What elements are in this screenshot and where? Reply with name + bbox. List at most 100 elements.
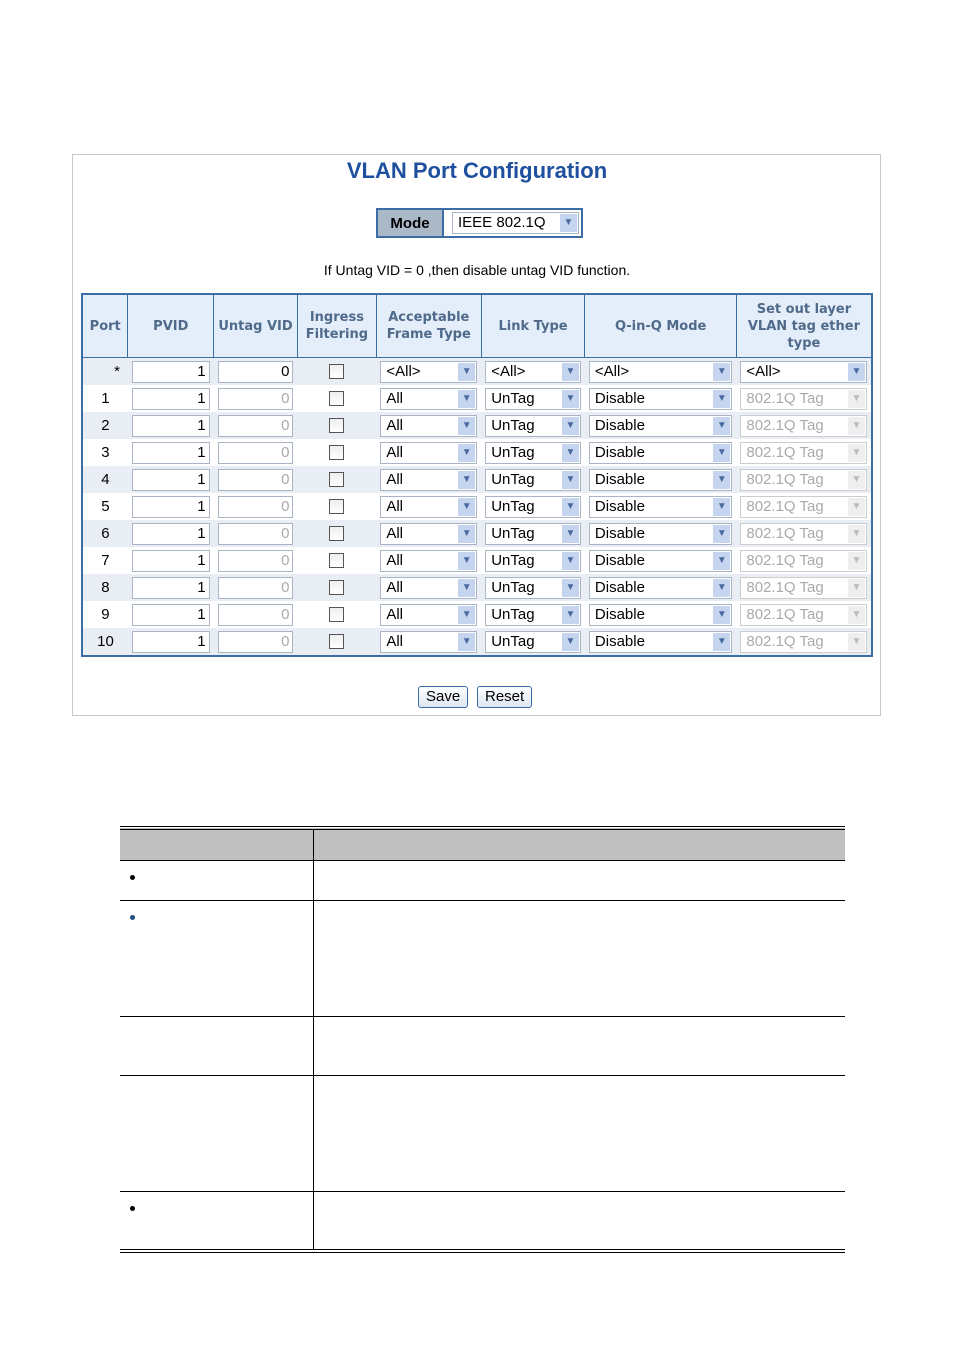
select-value: 802.1Q Tag [746, 632, 824, 650]
link-type-select[interactable]: UnTag ▼ [485, 522, 581, 545]
ingress-filtering-checkbox[interactable] [329, 553, 345, 568]
untag-vid-input[interactable]: 0 [217, 603, 294, 626]
ethertype-select[interactable]: 802.1Q Tag ▼ [740, 441, 867, 464]
reset-button[interactable]: Reset [477, 686, 533, 708]
description-row [120, 1016, 845, 1076]
ethertype-select[interactable]: 802.1Q Tag ▼ [740, 522, 867, 545]
ingress-filtering-checkbox[interactable] [329, 391, 345, 406]
pvid-input[interactable]: 1 [131, 441, 210, 464]
link-type-select[interactable]: UnTag ▼ [485, 468, 581, 491]
frame-type-select[interactable]: All ▼ [380, 387, 478, 410]
untag-vid-input[interactable]: 0 [217, 522, 294, 545]
untag-vid-input[interactable]: 0 [217, 360, 294, 383]
pvid-input[interactable]: 1 [131, 468, 210, 491]
frame-type-select[interactable]: All ▼ [380, 630, 478, 653]
pvid-input[interactable]: 1 [131, 576, 210, 599]
ethertype-select[interactable]: <All> ▼ [740, 360, 867, 383]
port-config-table: Port PVID Untag VID Ingress Filtering Accept… [81, 293, 873, 657]
frame-type-select[interactable]: All ▼ [380, 495, 478, 518]
select-value: Disable [594, 578, 645, 596]
untag-vid-input[interactable]: 0 [217, 495, 294, 518]
ethertype-select[interactable]: 802.1Q Tag ▼ [740, 495, 867, 518]
link-type-select[interactable]: UnTag ▼ [485, 441, 581, 464]
ingress-filtering-checkbox[interactable] [329, 526, 345, 541]
ingress-filtering-checkbox[interactable] [329, 418, 345, 433]
ethertype-select[interactable]: 802.1Q Tag ▼ [740, 549, 867, 572]
frame-type-select[interactable]: All ▼ [380, 468, 478, 491]
select-value: All [386, 524, 404, 542]
ethertype-select[interactable]: 802.1Q Tag ▼ [740, 576, 867, 599]
select-value: Disable [594, 416, 645, 434]
untag-vid-input[interactable]: 0 [217, 576, 294, 599]
chevron-down-icon: ▼ [848, 632, 865, 651]
link-type-select[interactable]: UnTag ▼ [485, 414, 581, 437]
untag-vid-input[interactable]: 0 [217, 468, 294, 491]
chevron-down-icon: ▼ [713, 362, 731, 381]
frame-type-select[interactable]: All ▼ [380, 522, 478, 545]
pvid-input[interactable]: 1 [131, 414, 210, 437]
frame-type-select[interactable]: All ▼ [380, 414, 478, 437]
untag-vid-input[interactable]: 0 [217, 414, 294, 437]
ingress-filtering-checkbox[interactable] [329, 472, 345, 487]
select-value: Disable [594, 443, 645, 461]
qinq-mode-select[interactable]: Disable ▼ [588, 549, 733, 572]
link-type-select[interactable]: UnTag ▼ [485, 603, 581, 626]
chevron-down-icon: ▼ [848, 389, 865, 408]
link-type-select[interactable]: UnTag ▼ [485, 549, 581, 572]
ingress-filtering-checkbox[interactable] [329, 580, 345, 595]
ethertype-select[interactable]: 802.1Q Tag ▼ [740, 468, 867, 491]
frame-type-select[interactable]: All ▼ [380, 603, 478, 626]
qinq-mode-select[interactable]: Disable ▼ [588, 630, 733, 653]
qinq-mode-select[interactable]: Disable ▼ [588, 576, 733, 599]
frame-type-select[interactable]: <All> ▼ [380, 360, 478, 383]
qinq-mode-select[interactable]: Disable ▼ [588, 468, 733, 491]
qinq-mode-select[interactable]: Disable ▼ [588, 441, 733, 464]
port-cell: 5 [101, 498, 110, 515]
qinq-mode-select[interactable]: Disable ▼ [588, 414, 733, 437]
qinq-mode-select[interactable]: <All> ▼ [588, 360, 733, 383]
ingress-filtering-checkbox[interactable] [329, 364, 345, 379]
ingress-filtering-checkbox[interactable] [329, 499, 345, 514]
pvid-input[interactable]: 1 [131, 360, 210, 383]
qinq-mode-select[interactable]: Disable ▼ [588, 387, 733, 410]
link-type-select[interactable]: UnTag ▼ [485, 576, 581, 599]
chevron-down-icon: ▼ [458, 389, 476, 408]
ingress-filtering-checkbox[interactable] [329, 634, 345, 649]
qinq-mode-select[interactable]: Disable ▼ [588, 603, 733, 626]
chevron-down-icon: ▼ [458, 443, 476, 462]
pvid-input[interactable]: 1 [131, 387, 210, 410]
frame-type-select[interactable]: All ▼ [380, 549, 478, 572]
ethertype-select[interactable]: 802.1Q Tag ▼ [740, 387, 867, 410]
mode-value: IEEE 802.1Q [458, 214, 546, 231]
pvid-input[interactable]: 1 [131, 549, 210, 572]
chevron-down-icon: ▼ [713, 551, 731, 570]
pvid-input[interactable]: 1 [131, 603, 210, 626]
untag-vid-input[interactable]: 0 [217, 549, 294, 572]
pvid-input[interactable]: 1 [131, 630, 210, 653]
table-row: 1 1 0 All ▼ UnTag ▼ Disable ▼ 802.1Q Tag ▼ [82, 385, 872, 412]
ethertype-select[interactable]: 802.1Q Tag ▼ [740, 414, 867, 437]
ethertype-select[interactable]: 802.1Q Tag ▼ [740, 603, 867, 626]
ingress-filtering-checkbox[interactable] [329, 607, 345, 622]
qinq-mode-select[interactable]: Disable ▼ [588, 522, 733, 545]
frame-type-select[interactable]: All ▼ [380, 576, 478, 599]
ingress-filtering-checkbox[interactable] [329, 445, 345, 460]
mode-select[interactable]: IEEE 802.1Q ▼ [452, 212, 579, 234]
pvid-input[interactable]: 1 [131, 495, 210, 518]
chevron-down-icon: ▼ [458, 416, 476, 435]
select-value: 802.1Q Tag [746, 470, 824, 488]
pvid-input[interactable]: 1 [131, 522, 210, 545]
link-type-select[interactable]: UnTag ▼ [485, 387, 581, 410]
ethertype-select[interactable]: 802.1Q Tag ▼ [740, 630, 867, 653]
mode-control: Mode IEEE 802.1Q ▼ [376, 208, 583, 238]
untag-vid-input[interactable]: 0 [217, 441, 294, 464]
link-type-select[interactable]: <All> ▼ [485, 360, 581, 383]
select-value: Disable [594, 551, 645, 569]
untag-vid-input[interactable]: 0 [217, 630, 294, 653]
link-type-select[interactable]: UnTag ▼ [485, 495, 581, 518]
save-button[interactable]: Save [418, 686, 469, 708]
link-type-select[interactable]: UnTag ▼ [485, 630, 581, 653]
untag-vid-input[interactable]: 0 [217, 387, 294, 410]
qinq-mode-select[interactable]: Disable ▼ [588, 495, 733, 518]
frame-type-select[interactable]: All ▼ [380, 441, 478, 464]
